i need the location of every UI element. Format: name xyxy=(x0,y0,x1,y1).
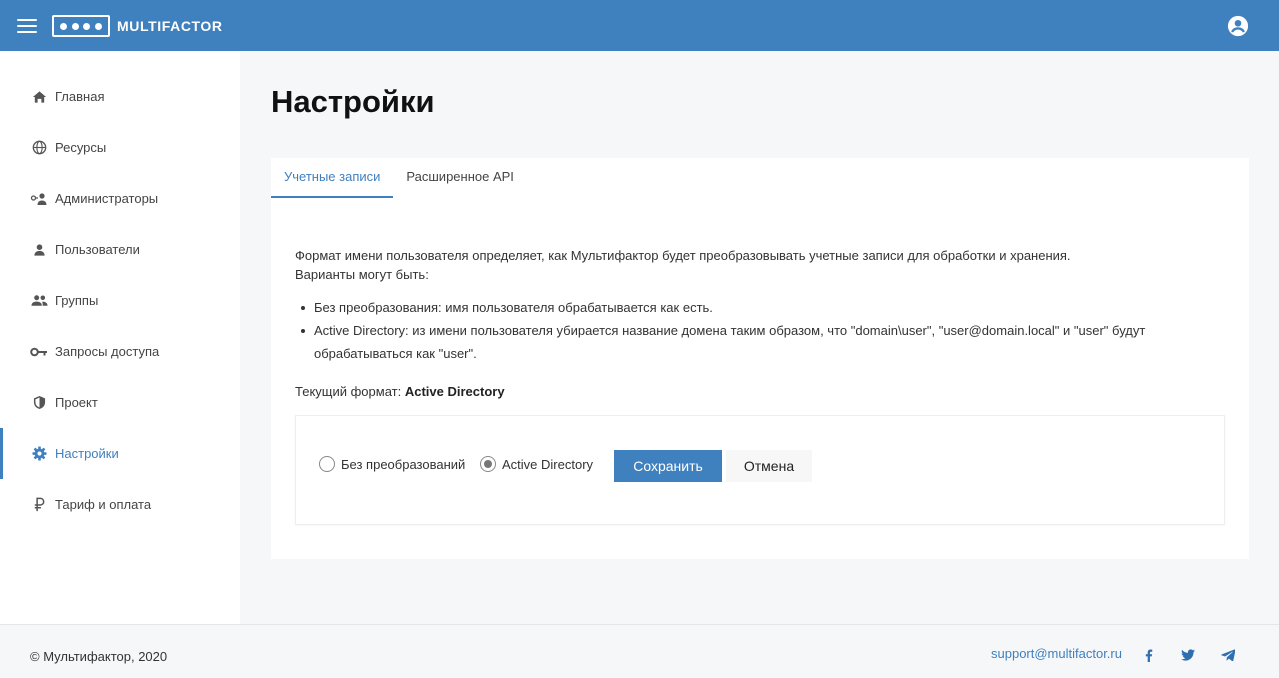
home-icon xyxy=(30,88,48,106)
current-format-value: Active Directory xyxy=(404,384,505,399)
copyright: © Мультифактор, 2020 xyxy=(30,649,168,664)
sidebar-item-users[interactable]: Пользователи xyxy=(0,224,240,275)
support-email-link[interactable]: support@multifactor.ru xyxy=(991,646,1122,661)
sidebar-item-groups[interactable]: Группы xyxy=(0,275,240,326)
ruble-icon xyxy=(30,496,48,514)
tab-bar: Учетные записи Расширенное API xyxy=(271,158,527,198)
radio-label: Active Directory xyxy=(502,456,594,472)
brand-name: MULTIFACTOR xyxy=(117,18,223,34)
sidebar-item-billing[interactable]: Тариф и оплата xyxy=(0,479,240,530)
cancel-button[interactable]: Отмена xyxy=(726,450,812,482)
radio-no-transform[interactable]: Без преобразований xyxy=(319,456,465,472)
twitter-icon[interactable] xyxy=(1180,647,1196,663)
radio-unchecked-icon[interactable] xyxy=(319,456,335,472)
globe-icon xyxy=(30,139,48,157)
sidebar-item-admins[interactable]: Администраторы xyxy=(0,173,240,224)
sidebar-item-label: Запросы доступа xyxy=(55,344,160,359)
settings-card: Учетные записи Расширенное API Формат им… xyxy=(271,158,1249,559)
footer: © Мультифактор, 2020 support@multifactor… xyxy=(0,624,1279,678)
page-title: Настройки xyxy=(271,84,435,119)
sidebar-item-project[interactable]: Проект xyxy=(0,377,240,428)
sidebar-item-label: Настройки xyxy=(55,446,119,461)
sidebar: Главная Ресурсы Администраторы Пользоват… xyxy=(0,51,240,624)
person-icon xyxy=(30,241,48,259)
group-icon xyxy=(30,292,48,310)
sidebar-item-label: Администраторы xyxy=(55,191,159,206)
sidebar-item-settings[interactable]: Настройки xyxy=(0,428,240,479)
top-bar: MULTIFACTOR xyxy=(0,0,1279,51)
sidebar-item-resources[interactable]: Ресурсы xyxy=(0,122,240,173)
telegram-icon[interactable] xyxy=(1220,647,1236,663)
radio-label: Без преобразований xyxy=(341,456,466,472)
facebook-icon[interactable] xyxy=(1141,647,1157,663)
sidebar-item-label: Пользователи xyxy=(55,242,140,257)
radio-active-directory[interactable]: Active Directory xyxy=(480,456,593,472)
gear-icon xyxy=(30,445,48,463)
tab-accounts[interactable]: Учетные записи xyxy=(271,158,394,198)
sidebar-item-label: Проект xyxy=(55,395,98,410)
sidebar-item-label: Ресурсы xyxy=(55,140,107,155)
shield-icon xyxy=(30,394,48,412)
list-item: Active Directory: из имени пользователя … xyxy=(295,319,1195,365)
account-icon[interactable] xyxy=(1227,15,1249,37)
sidebar-item-label: Тариф и оплата xyxy=(55,497,152,512)
format-description: Формат имени пользователя определяет, ка… xyxy=(295,246,1071,284)
save-button[interactable]: Сохранить xyxy=(614,450,722,482)
key-icon xyxy=(30,343,48,361)
format-options-list: Без преобразования: имя пользователя обр… xyxy=(295,296,1195,365)
logo-icon[interactable] xyxy=(52,15,110,37)
description-line: Варианты могут быть: xyxy=(295,267,429,282)
sidebar-item-home[interactable]: Главная xyxy=(0,71,240,122)
hamburger-menu-icon[interactable] xyxy=(17,19,37,33)
admins-icon xyxy=(30,190,48,208)
sidebar-item-access-requests[interactable]: Запросы доступа xyxy=(0,326,240,377)
list-item: Без преобразования: имя пользователя обр… xyxy=(295,296,1195,319)
sidebar-item-label: Группы xyxy=(55,293,99,308)
current-format: Текущий формат: Active Directory xyxy=(295,384,505,399)
radio-checked-icon[interactable] xyxy=(480,456,496,472)
tab-extended-api[interactable]: Расширенное API xyxy=(393,158,527,198)
sidebar-item-label: Главная xyxy=(55,89,105,104)
current-format-label: Текущий формат: xyxy=(295,384,402,399)
format-form: Без преобразований Active Directory Сохр… xyxy=(295,415,1225,525)
description-line: Формат имени пользователя определяет, ка… xyxy=(295,248,1071,263)
